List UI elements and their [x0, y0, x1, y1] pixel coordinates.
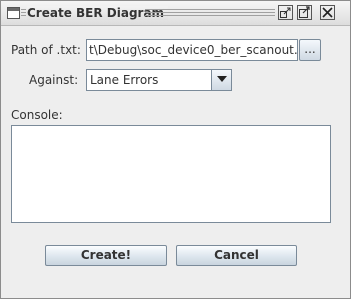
window-icon [7, 7, 20, 19]
against-selected-value: Lane Errors [90, 73, 159, 87]
create-button[interactable]: Create! [45, 245, 167, 266]
browse-button[interactable]: ... [299, 39, 321, 61]
close-icon[interactable] [320, 5, 335, 20]
restore-icon[interactable] [278, 5, 293, 20]
maximize-icon[interactable] [297, 5, 312, 20]
title-grip-left [21, 9, 26, 18]
against-label: Against: [29, 73, 79, 87]
dialog-window: Create BER Diagram Path of .txt: t\Debug… [0, 0, 351, 299]
cancel-button[interactable]: Cancel [176, 245, 297, 266]
console-label: Console: [11, 108, 63, 122]
against-select[interactable]: Lane Errors [86, 69, 232, 91]
console-textarea[interactable] [11, 125, 331, 223]
dropdown-arrow-button[interactable] [211, 70, 231, 90]
title-bar[interactable]: Create BER Diagram [1, 1, 350, 26]
title-grip-right [145, 9, 275, 18]
path-input[interactable]: t\Debug\soc_device0_ber_scanout.txt [86, 39, 298, 61]
chevron-down-icon [216, 76, 227, 82]
path-label: Path of .txt: [11, 43, 81, 57]
